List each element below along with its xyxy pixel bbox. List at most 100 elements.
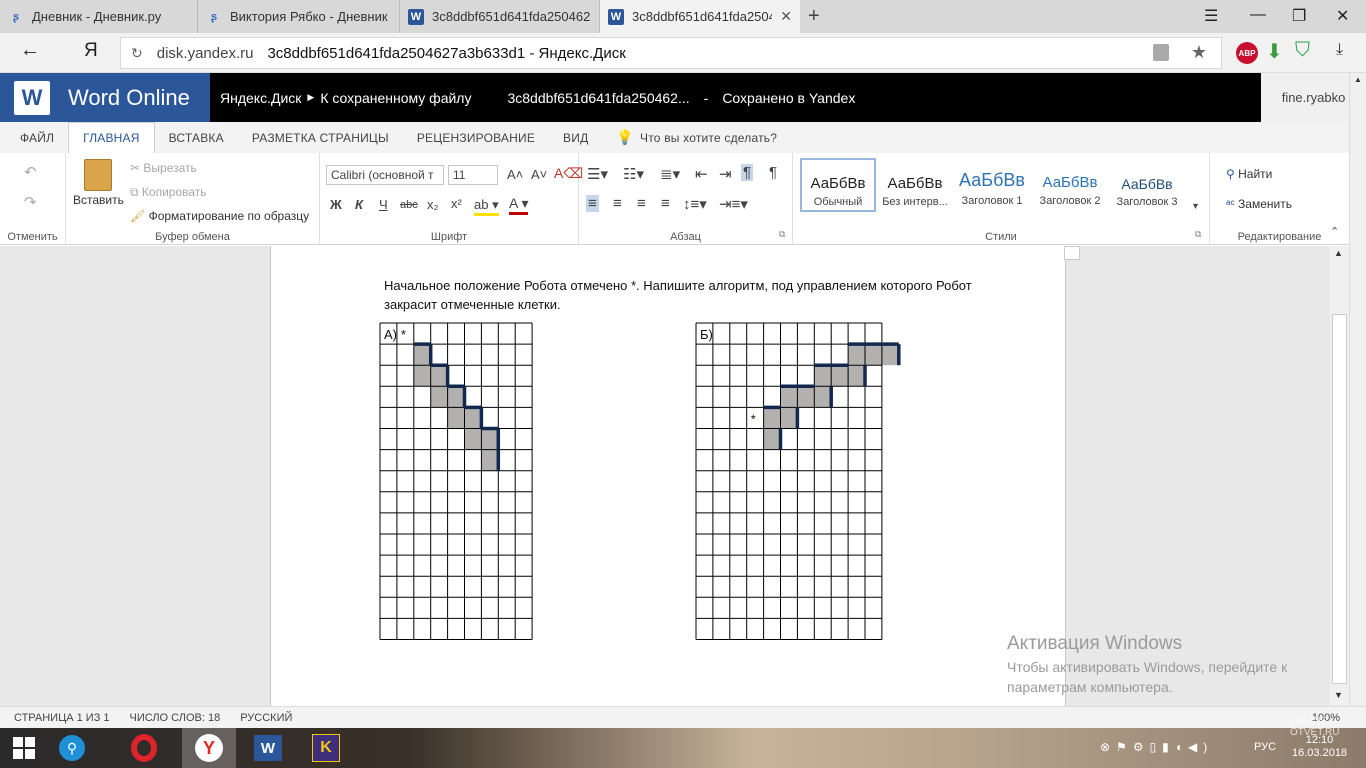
tab-view[interactable]: ВИД xyxy=(549,122,602,153)
grid-a-start-star: * xyxy=(401,327,406,342)
k-app[interactable]: K xyxy=(302,728,350,768)
style-heading-2[interactable]: АаБбВв Заголовок 2 xyxy=(1032,158,1108,212)
style-no-spacing[interactable]: АаБбВв Без интерв... xyxy=(877,158,953,212)
superscript-icon[interactable]: x² xyxy=(451,196,462,211)
align-left-icon[interactable]: ≡ xyxy=(586,195,599,212)
multilevel-list-icon[interactable]: ≣▾ xyxy=(660,165,680,183)
numbering-icon[interactable]: ☷▾ xyxy=(623,165,644,183)
back-arrow-icon[interactable]: ← xyxy=(20,39,40,62)
ltr-icon[interactable]: ¶ xyxy=(741,164,754,181)
replace-button[interactable]: ᵃᶜ Заменить xyxy=(1226,197,1292,211)
restore-icon[interactable]: ❐ xyxy=(1292,6,1306,26)
bookmark-star-icon[interactable]: ★ xyxy=(1191,42,1207,63)
adblock-icon[interactable]: ABP xyxy=(1236,42,1258,64)
font-size-select[interactable]: 11 xyxy=(448,165,498,185)
hamburger-menu-icon[interactable]: ☰ xyxy=(1204,6,1218,26)
yandex-browser-app[interactable]: Y xyxy=(182,728,236,768)
style-preview: АаБбВв xyxy=(1121,176,1173,192)
opera-app[interactable] xyxy=(120,728,168,768)
undo-icon[interactable]: ↶ xyxy=(24,163,37,181)
shield-icon[interactable]: ⛉ xyxy=(1295,39,1310,62)
grow-font-icon[interactable]: A˄ xyxy=(507,167,523,182)
file-name[interactable]: 3c8ddbf651d641fda250462... xyxy=(507,90,689,106)
reload-icon[interactable]: ↻ xyxy=(131,45,143,62)
underline-button[interactable]: Ч xyxy=(379,197,388,212)
yandex-logo[interactable]: Я xyxy=(84,40,98,62)
scroll-up-icon[interactable]: ▲ xyxy=(1334,248,1343,258)
styles-more-icon[interactable]: ▾ xyxy=(1193,201,1198,212)
font-name-select[interactable]: Calibri (основной т xyxy=(326,165,444,185)
minimize-icon[interactable]: — xyxy=(1250,6,1266,24)
subscript-icon[interactable]: x₂ xyxy=(427,197,439,212)
activation-title: Активация Windows xyxy=(1007,633,1183,654)
justify-icon[interactable]: ≡ xyxy=(661,195,670,212)
browser-tab-3[interactable]: W 3c8ddbf651d641fda2504627 xyxy=(400,0,600,33)
search-taskbar-button[interactable]: ⚲ xyxy=(48,728,96,768)
increase-indent-icon[interactable]: ⇥ xyxy=(719,165,732,183)
style-preview: АаБбВв xyxy=(959,170,1025,190)
paragraph-spacing-icon[interactable]: ⇥≡▾ xyxy=(719,195,748,213)
browser-tab-4[interactable]: W 3c8ddbf651d641fda25046 ✕ xyxy=(600,0,800,33)
tab-file[interactable]: ФАЙЛ xyxy=(6,122,68,153)
redo-icon[interactable]: ↷ xyxy=(24,193,37,211)
browser-scrollbar[interactable]: ▲ ▼ xyxy=(1349,73,1366,733)
input-language[interactable]: РУС xyxy=(1254,741,1276,753)
activation-text: Чтобы активировать Windows, перейдите к … xyxy=(1007,659,1288,695)
font-color-icon[interactable]: A ▾ xyxy=(509,195,529,215)
style-name: Заголовок 2 xyxy=(1039,195,1101,207)
windows-activation-watermark: Активация Windows Чтобы активировать Win… xyxy=(1007,633,1337,697)
scroll-thumb[interactable] xyxy=(1332,314,1347,684)
word-app[interactable]: W xyxy=(244,728,292,768)
scroll-up-icon[interactable]: ▲ xyxy=(1354,75,1362,84)
tab-insert[interactable]: ВСТАВКА xyxy=(155,122,238,153)
tab-home[interactable]: ГЛАВНАЯ xyxy=(68,121,155,154)
opera-icon xyxy=(131,734,157,762)
style-normal[interactable]: АаБбВв Обычный xyxy=(800,158,876,212)
downloads-icon[interactable]: ⤓ xyxy=(1336,41,1343,59)
paste-icon[interactable] xyxy=(84,159,112,191)
browser-tab-1[interactable]: ʂ Дневник - Дневник.ру xyxy=(0,0,198,33)
document-page[interactable]: Начальное положение Робота отмечено *. Н… xyxy=(270,246,1066,706)
style-heading-3[interactable]: АаБбВв Заголовок 3 xyxy=(1109,158,1185,212)
tab-title: 3c8ddbf651d641fda25046 xyxy=(632,9,773,24)
close-tab-icon[interactable]: ✕ xyxy=(772,8,792,25)
breadcrumb-back-to-file[interactable]: К сохраненному файлу xyxy=(320,90,471,106)
new-tab-icon[interactable]: + xyxy=(808,5,820,28)
bold-button[interactable]: Ж xyxy=(330,197,342,212)
word-header: W Word Online Яндекс.Диск ▶ К сохраненно… xyxy=(0,73,1366,122)
download-extension-icon[interactable]: ⬇ xyxy=(1266,39,1283,64)
breadcrumb-disk[interactable]: Яндекс.Диск xyxy=(220,90,301,106)
robot-grids: А) * Б) * xyxy=(379,322,901,640)
style-heading-1[interactable]: АаБбВв Заголовок 1 xyxy=(954,158,1030,212)
tab-review[interactable]: РЕЦЕНЗИРОВАНИЕ xyxy=(403,122,549,153)
start-button[interactable] xyxy=(0,728,48,768)
find-button[interactable]: ⚲ Найти xyxy=(1226,167,1272,181)
shrink-font-icon[interactable]: A˅ xyxy=(531,167,547,182)
tray-icons[interactable]: ⊗⚑⚙▯▮◖◀) xyxy=(1100,740,1213,754)
url-field[interactable]: ↻ disk.yandex.ru 3c8ddbf651d641fda250462… xyxy=(120,37,1222,69)
language[interactable]: РУССКИЙ xyxy=(240,712,292,724)
copy-button[interactable]: ⧉ Копировать xyxy=(130,185,207,200)
strikethrough-button[interactable]: abc xyxy=(400,199,418,211)
decrease-indent-icon[interactable]: ⇤ xyxy=(695,165,708,183)
align-right-icon[interactable]: ≡ xyxy=(637,195,646,212)
grid-a-shaded-cell xyxy=(413,365,431,387)
align-center-icon[interactable]: ≡ xyxy=(613,195,622,212)
close-window-icon[interactable]: ✕ xyxy=(1336,6,1349,26)
format-painter-button[interactable]: 🖌 Форматирование по образцу xyxy=(130,209,309,223)
tab-layout[interactable]: РАЗМЕТКА СТРАНИЦЫ xyxy=(238,122,403,153)
collapse-ribbon-icon[interactable]: ⌃ xyxy=(1330,225,1339,238)
paste-button[interactable]: Вставить xyxy=(73,193,124,207)
word-online-brand[interactable]: W Word Online xyxy=(0,73,210,122)
highlight-icon[interactable]: ab ▾ xyxy=(474,197,499,216)
browser-tab-2[interactable]: ʂ Виктория Рябко - Дневник xyxy=(198,0,400,33)
grid-a-label: А) xyxy=(384,327,397,342)
clock[interactable]: 12:10 16.03.2018 xyxy=(1292,734,1347,760)
lock-icon[interactable] xyxy=(1153,44,1169,61)
rtl-icon[interactable]: ¶ xyxy=(769,164,777,181)
bullets-icon[interactable]: ☰▾ xyxy=(587,165,608,183)
line-spacing-icon[interactable]: ↕≡▾ xyxy=(683,195,707,213)
tell-me-box[interactable]: 💡 Что вы хотите сделать? xyxy=(602,122,791,153)
italic-button[interactable]: К xyxy=(355,197,363,212)
cut-button[interactable]: ✂ Вырезать xyxy=(130,161,197,175)
